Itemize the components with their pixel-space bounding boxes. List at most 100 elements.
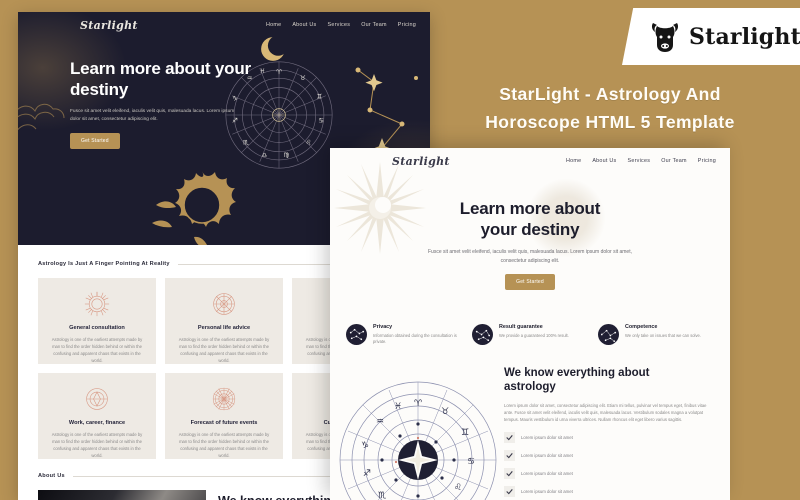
about-astrology-heading: We know everything about astrology — [504, 366, 716, 394]
light-hero-copy: Learn more about your destiny Fusce sit … — [330, 174, 730, 290]
dark-navbar: Starlight Home About Us Services Our Tea… — [18, 12, 430, 38]
checklist-item: Lorem ipsum dolor sit amet — [504, 468, 716, 480]
service-card[interactable]: Personal life advice Astrology is one of… — [165, 278, 283, 364]
light-nav-links: Home About Us Services Our Team Pricing — [566, 158, 716, 164]
hero-heading-dark: Learn more about your destiny — [70, 58, 260, 100]
svg-text:♋: ♋ — [318, 116, 324, 124]
site-brand-dark[interactable]: Starlight — [80, 19, 138, 32]
svg-text:♊: ♊ — [316, 93, 322, 101]
svg-text:♎: ♎ — [261, 151, 267, 159]
sun-rays-icon — [84, 291, 110, 317]
constellation-badge-icon — [598, 324, 619, 345]
nav-item-services[interactable]: Services — [628, 158, 651, 164]
nav-item-our-team[interactable]: Our Team — [661, 158, 687, 164]
promo-title-line2: Horoscope HTML 5 Template — [485, 112, 735, 132]
dark-nav-links: Home About Us Services Our Team Pricing — [266, 22, 416, 28]
get-started-button-dark[interactable]: Get Started — [70, 133, 120, 149]
sun-decoration-icon — [152, 171, 236, 245]
svg-text:♈: ♈ — [414, 399, 423, 409]
about-section-label: About Us — [38, 473, 65, 479]
service-card-title: Forecast of future events — [190, 420, 258, 426]
light-site-mockup: Starlight Home About Us Services Our Tea… — [330, 148, 730, 500]
service-card-text: Astrology is one of the earliest attempt… — [51, 432, 143, 458]
about-astrology-body: Lorem ipsum dolor sit amet, consectetur … — [504, 402, 707, 423]
svg-text:♉: ♉ — [300, 74, 306, 82]
check-icon — [504, 468, 515, 480]
promo-title-line1: StarLight - Astrology And — [499, 84, 721, 104]
feature-item: Result guarantee We provide a guaranteed… — [472, 324, 588, 346]
mandala-icon — [212, 387, 236, 411]
constellation-badge-icon — [346, 324, 367, 345]
service-card-title: Work, career, finance — [68, 420, 126, 426]
nav-item-pricing[interactable]: Pricing — [698, 158, 716, 164]
service-card-title: General consultation — [69, 325, 125, 331]
checklist-label: Lorem ipsum dolor sit amet — [521, 471, 573, 477]
nav-item-our-team[interactable]: Our Team — [361, 22, 387, 28]
svg-text:♓: ♓ — [394, 402, 402, 412]
check-icon — [504, 486, 515, 498]
nav-item-pricing[interactable]: Pricing — [398, 22, 416, 28]
get-started-button-light[interactable]: Get Started — [505, 274, 555, 290]
zodiac-circle-icon — [213, 293, 235, 315]
feature-item: Privacy Information obtained during the … — [346, 324, 462, 346]
services-section-label: Astrology Is Just A Finger Pointing At R… — [38, 261, 170, 267]
svg-text:♌: ♌ — [305, 138, 311, 146]
nav-item-services[interactable]: Services — [328, 22, 351, 28]
service-card-text: Astrology is one of the earliest attempt… — [178, 337, 270, 363]
service-card-text: Astrology is one of the earliest attempt… — [51, 337, 143, 363]
about-photo — [38, 490, 206, 500]
service-card[interactable]: Work, career, finance Astrology is one o… — [38, 373, 156, 459]
light-navbar: Starlight Home About Us Services Our Tea… — [330, 148, 730, 174]
site-brand-light[interactable]: Starlight — [392, 155, 450, 168]
feature-description: We provide a guaranteed 100% result. — [499, 333, 569, 338]
zodiac-wheel-light-icon: ♈♉♊ ♋♌♍ ♎♏♐ ♑♒♓ — [339, 381, 497, 500]
feature-item: Competence We only take on issues that w… — [598, 324, 714, 346]
hero-heading-line2: your destiny — [480, 220, 580, 239]
feature-title: Result guarantee — [499, 324, 543, 330]
compass-icon — [86, 388, 108, 410]
check-icon — [504, 450, 515, 462]
feature-text-block: Result guarantee We provide a guaranteed… — [499, 324, 569, 346]
feature-title: Privacy — [373, 324, 393, 330]
features-row: Privacy Information obtained during the … — [330, 318, 730, 346]
promo-title: StarLight - Astrology And Horoscope HTML… — [430, 80, 790, 136]
hero-heading-light: Learn more about your destiny — [394, 198, 666, 240]
bull-head-icon — [651, 22, 679, 52]
svg-text:♊: ♊ — [461, 428, 469, 438]
logo-wordmark: Starlight — [689, 23, 800, 50]
svg-text:♏: ♏ — [378, 491, 386, 500]
feature-description: Information obtained during the consulta… — [373, 333, 457, 345]
svg-text:♌: ♌ — [454, 483, 462, 493]
checklist-label: Lorem ipsum dolor sit amet — [521, 453, 573, 459]
svg-text:♈: ♈ — [276, 68, 282, 76]
nav-item-home[interactable]: Home — [566, 158, 581, 164]
service-card-text: Astrology is one of the earliest attempt… — [178, 432, 270, 458]
constellation-badge-icon — [472, 324, 493, 345]
about-astrology-copy: We know everything about astrology Lorem… — [504, 362, 716, 500]
svg-text:♑: ♑ — [361, 441, 369, 451]
service-card-title: Personal life advice — [197, 325, 251, 331]
svg-text:♉: ♉ — [441, 407, 449, 417]
service-card[interactable]: General consultation Astrology is one of… — [38, 278, 156, 364]
svg-text:♒: ♒ — [376, 417, 384, 427]
checklist-item: Lorem ipsum dolor sit amet — [504, 450, 716, 462]
checklist-item: Lorem ipsum dolor sit amet — [504, 486, 716, 498]
hero-heading-line1: Learn more about — [459, 199, 601, 218]
checklist-label: Lorem ipsum dolor sit amet — [521, 489, 573, 495]
about-heading-line2: astrology — [504, 380, 556, 393]
about-checklist: Lorem ipsum dolor sit amet Lorem ipsum d… — [504, 432, 716, 498]
dark-hero-copy: Learn more about your destiny Fusce sit … — [70, 58, 260, 149]
feature-title: Competence — [625, 324, 658, 330]
hero-heading-line1: Learn more about — [70, 59, 211, 78]
checklist-label: Lorem ipsum dolor sit amet — [521, 435, 573, 441]
feature-text-block: Privacy Information obtained during the … — [373, 324, 462, 346]
nav-item-about-us[interactable]: About Us — [292, 22, 316, 28]
svg-text:♋: ♋ — [467, 457, 475, 467]
nav-item-about-us[interactable]: About Us — [592, 158, 616, 164]
service-card[interactable]: Forecast of future events Astrology is o… — [165, 373, 283, 459]
nav-item-home[interactable]: Home — [266, 22, 281, 28]
about-astrology-section: ♈♉♊ ♋♌♍ ♎♏♐ ♑♒♓ We know everything about — [330, 346, 730, 500]
logo-banner: Starlight — [622, 8, 800, 65]
about-heading-line1: We know everything about — [504, 366, 650, 379]
feature-description: We only take on issues that we can solve… — [625, 333, 701, 338]
